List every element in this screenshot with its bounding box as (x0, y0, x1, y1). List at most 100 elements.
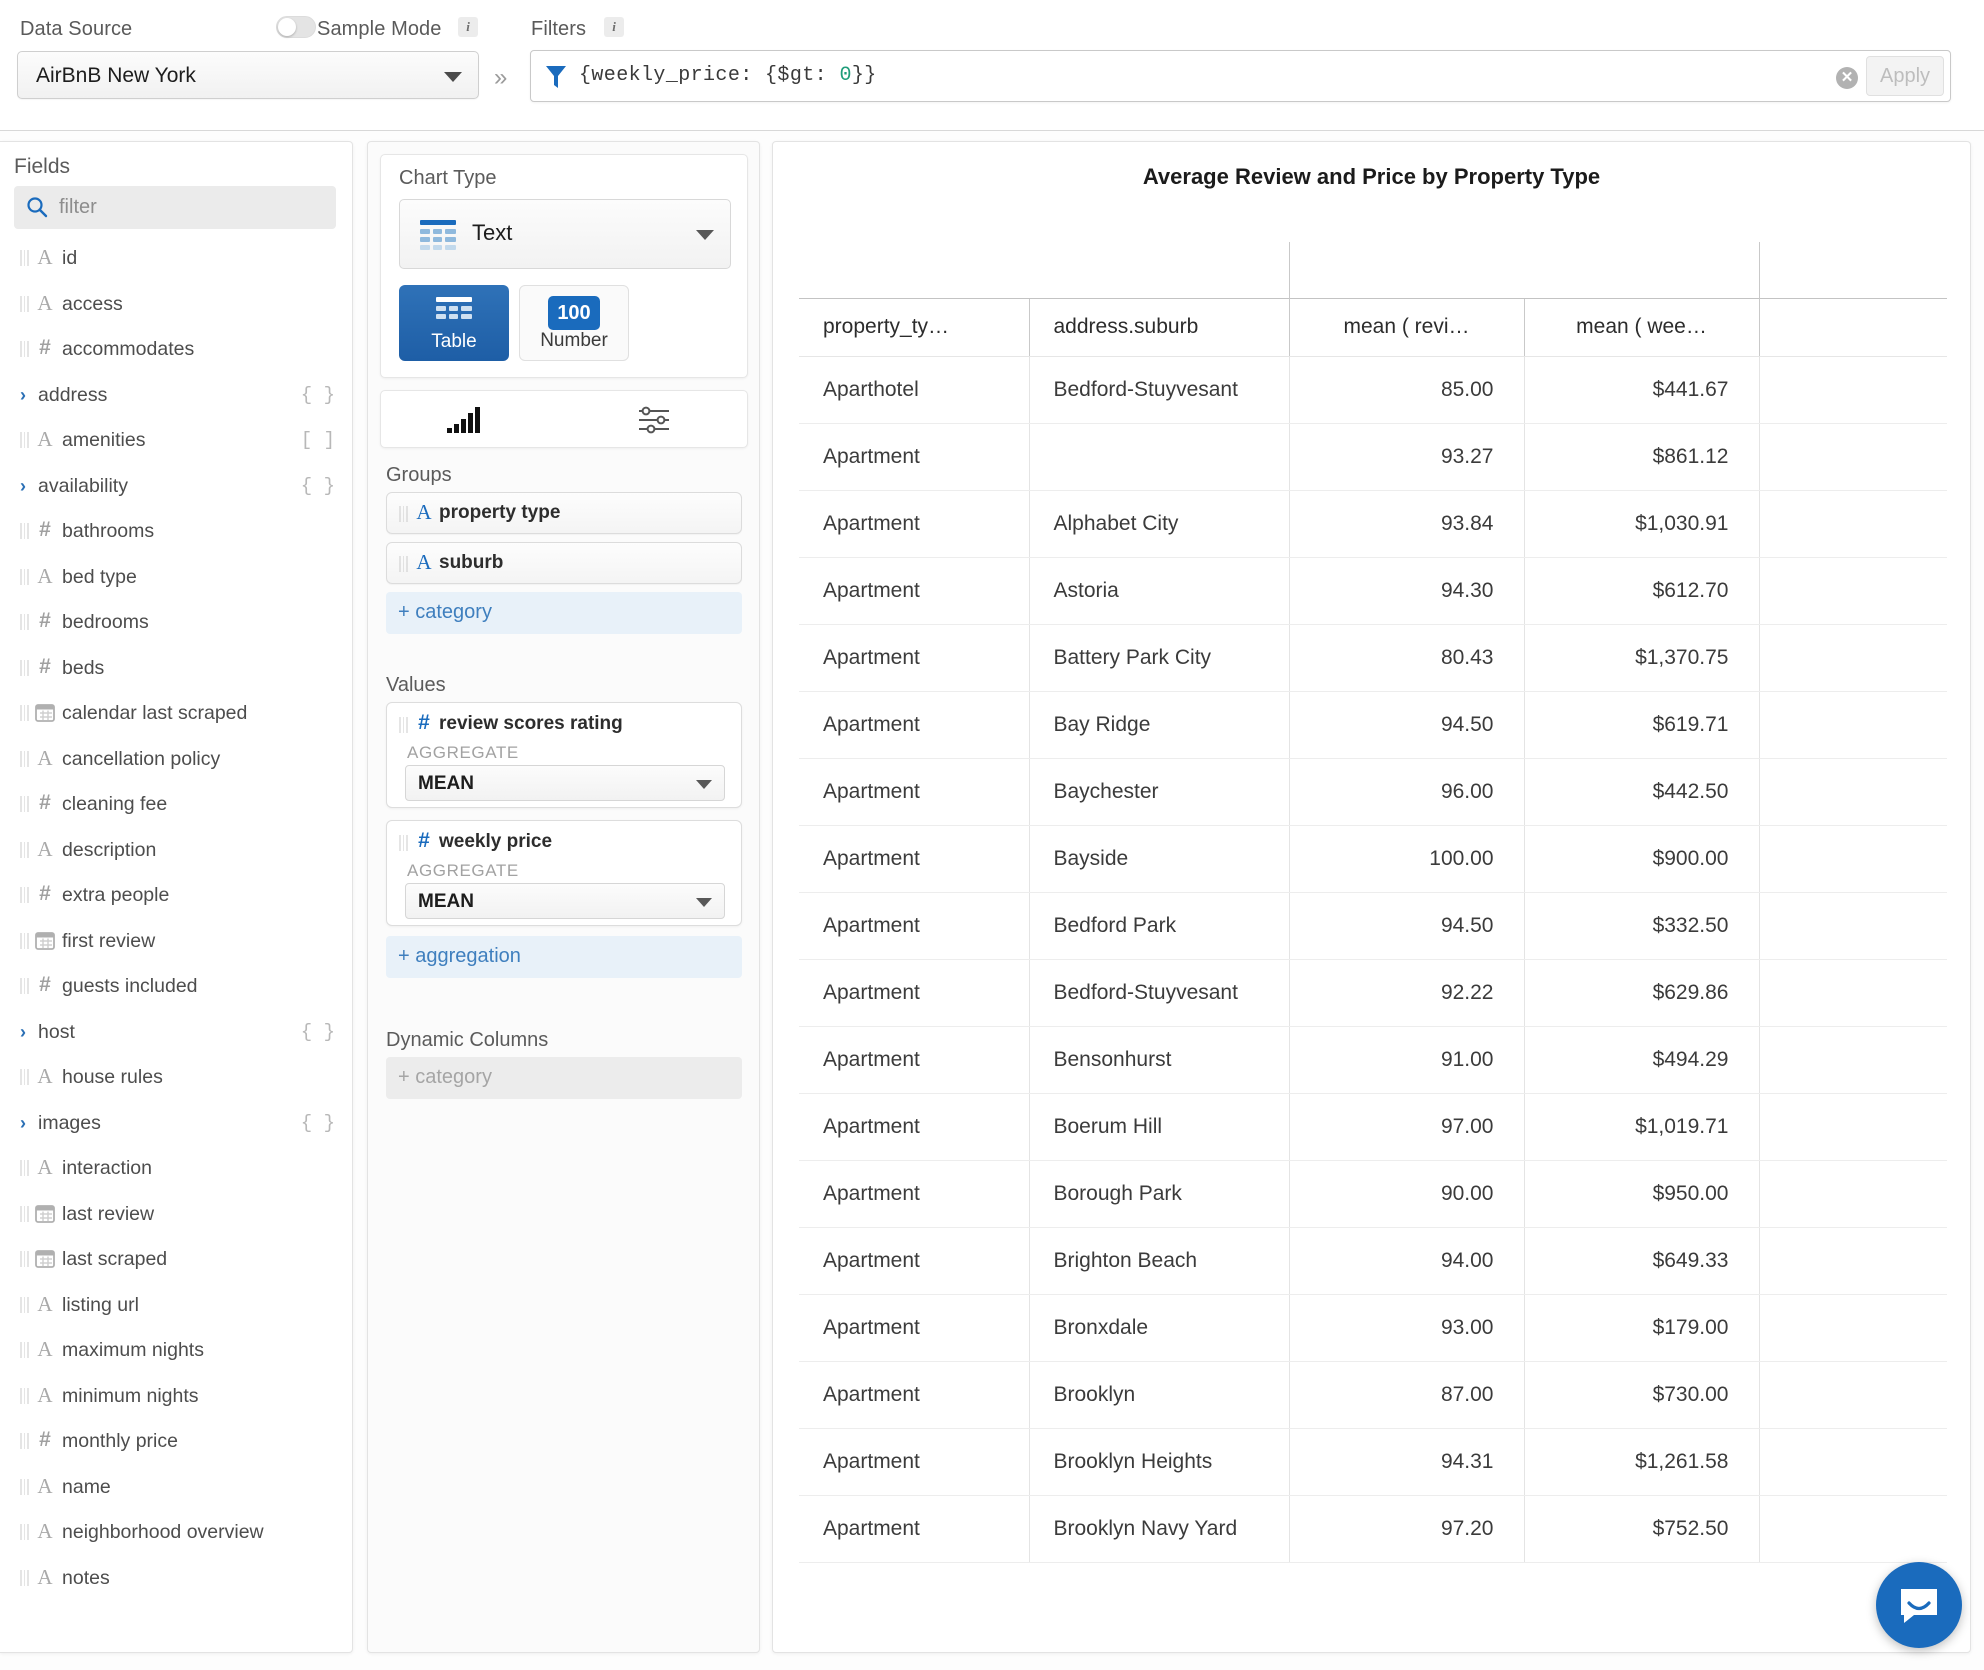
column-header-address-suburb[interactable]: address.suburb (1028, 297, 1289, 357)
drag-handle-icon[interactable] (20, 887, 29, 903)
filter-input-box[interactable]: {weekly_price: {$gt: 0}} ✕ Apply (530, 50, 1951, 102)
drag-handle-icon[interactable] (20, 1160, 29, 1176)
field-row[interactable]: Amaximum nights (0, 1328, 353, 1374)
field-row[interactable]: Aaccess (0, 282, 353, 328)
sample-mode-toggle[interactable] (276, 16, 316, 38)
table-row[interactable]: Apartment Borough Park 90.00 $950.00 (799, 1160, 1947, 1228)
drag-handle-icon[interactable] (20, 841, 29, 858)
drag-handle-icon[interactable] (20, 250, 29, 266)
add-category-group-button[interactable]: + category (386, 592, 742, 634)
drag-handle-icon[interactable] (20, 1251, 29, 1267)
column-header-mean-review[interactable]: mean ( revi… (1288, 297, 1524, 357)
drag-handle-icon[interactable] (399, 506, 408, 522)
table-row[interactable]: Apartment Bensonhurst 91.00 $494.29 (799, 1026, 1947, 1094)
field-row[interactable]: Aid (0, 236, 353, 282)
table-row[interactable]: Apartment Battery Park City 80.43 $1,370.75 (799, 624, 1947, 692)
drag-handle-icon[interactable] (20, 978, 29, 994)
result-table-scroll[interactable]: property_ty… address.suburb mean ( revi…… (799, 242, 1947, 1632)
add-dynamic-column-button[interactable]: + category (386, 1057, 742, 1099)
drag-handle-icon[interactable] (20, 614, 29, 630)
field-row[interactable]: › availability { } (0, 464, 353, 510)
group-chip-suburb[interactable]: A suburb (386, 542, 742, 584)
column-header-mean-weekly-price[interactable]: mean ( wee… (1523, 297, 1759, 357)
drag-handle-icon[interactable] (20, 1387, 29, 1404)
field-row[interactable]: Abed type (0, 555, 353, 601)
drag-handle-icon[interactable] (20, 295, 29, 312)
filters-info-icon[interactable]: i (604, 17, 624, 37)
expand-icon[interactable]: › (20, 385, 26, 406)
field-row[interactable]: # beds (0, 646, 353, 692)
drag-handle-icon[interactable] (399, 835, 408, 851)
drag-handle-icon[interactable] (399, 717, 408, 733)
table-row[interactable]: Apartment Boerum Hill 97.00 $1,019.71 (799, 1093, 1947, 1161)
field-row[interactable]: # accommodates (0, 327, 353, 373)
field-row[interactable]: › images { } (0, 1101, 353, 1147)
clear-filter-icon[interactable]: ✕ (1836, 67, 1858, 89)
field-row[interactable]: Aname (0, 1465, 353, 1511)
chart-type-number-button[interactable]: 100 Number (519, 285, 629, 361)
table-row[interactable]: Apartment 93.27 $861.12 (799, 423, 1947, 491)
drag-handle-icon[interactable] (20, 705, 29, 721)
field-row[interactable]: Ahouse rules (0, 1055, 353, 1101)
expand-icon[interactable]: › (20, 1113, 26, 1134)
drag-handle-icon[interactable] (20, 523, 29, 539)
value-card-review-scores-rating[interactable]: # review scores rating AGGREGATE MEAN (386, 702, 742, 808)
table-row[interactable]: Apartment Brooklyn Navy Yard 97.20 $752.50 (799, 1495, 1947, 1563)
drag-handle-icon[interactable] (20, 568, 29, 585)
drag-handle-icon[interactable] (20, 659, 29, 676)
drag-handle-icon[interactable] (20, 341, 29, 357)
apply-button[interactable]: Apply (1866, 56, 1944, 96)
table-row[interactable]: Apartment Bayside 100.00 $900.00 (799, 825, 1947, 893)
field-list[interactable]: Aid Aaccess # accommodates › address{ } Aameni… (0, 236, 353, 1652)
drag-handle-icon[interactable] (20, 932, 29, 949)
drag-handle-icon[interactable] (20, 1569, 29, 1586)
table-row[interactable]: Apartment Brooklyn Heights 94.31 $1,261.58 (799, 1428, 1947, 1496)
expand-icon[interactable]: › (20, 476, 26, 497)
drag-handle-icon[interactable] (20, 1342, 29, 1358)
field-row[interactable]: first review (0, 919, 353, 965)
drag-handle-icon[interactable] (20, 1433, 29, 1449)
table-row[interactable]: Apartment Brighton Beach 94.00 $649.33 (799, 1227, 1947, 1295)
field-row[interactable]: # cleaning fee (0, 782, 353, 828)
field-row[interactable]: calendar last scraped (0, 691, 353, 737)
drag-handle-icon[interactable] (20, 750, 29, 767)
drag-handle-icon[interactable] (20, 432, 29, 448)
tab-display-options-icon[interactable] (635, 405, 675, 435)
field-row[interactable]: Anotes (0, 1556, 353, 1602)
table-row[interactable]: Apartment Astoria 94.30 $612.70 (799, 557, 1947, 625)
field-row[interactable]: Aamenities [ ] (0, 418, 353, 464)
drag-handle-icon[interactable] (20, 1069, 29, 1085)
tab-chart-config-icon[interactable] (445, 405, 485, 435)
expand-panel-chevron-icon[interactable]: » (494, 64, 507, 92)
field-row[interactable]: Alisting url (0, 1283, 353, 1329)
sample-mode-info-icon[interactable]: i (458, 17, 478, 37)
field-row[interactable]: # monthly price (0, 1419, 353, 1465)
aggregate-select[interactable]: MEAN (405, 765, 725, 801)
group-chip-property-type[interactable]: A property type (386, 492, 742, 534)
table-row[interactable]: Apartment Alphabet City 93.84 $1,030.91 (799, 490, 1947, 558)
drag-handle-icon[interactable] (20, 1524, 29, 1540)
chart-type-table-button[interactable]: Table (399, 285, 509, 361)
table-row[interactable]: Apartment Baychester 96.00 $442.50 (799, 758, 1947, 826)
table-row[interactable]: Apartment Bronxdale 93.00 $179.00 (799, 1294, 1947, 1362)
table-row[interactable]: Aparthotel Bedford-Stuyvesant 85.00 $441.67 (799, 356, 1947, 424)
table-row[interactable]: Apartment Brooklyn 87.00 $730.00 (799, 1361, 1947, 1429)
chart-type-select[interactable]: Text (399, 199, 731, 269)
drag-handle-icon[interactable] (20, 1296, 29, 1313)
table-row[interactable]: Apartment Bedford-Stuyvesant 92.22 $629.86 (799, 959, 1947, 1027)
data-source-select[interactable]: AirBnB New York (17, 51, 479, 99)
field-row[interactable]: last review (0, 1192, 353, 1238)
chat-launcher-button[interactable] (1876, 1562, 1962, 1648)
drag-handle-icon[interactable] (20, 1205, 29, 1222)
field-filter-input[interactable]: filter (14, 186, 336, 229)
drag-handle-icon[interactable] (399, 556, 408, 572)
field-row[interactable]: Acancellation policy (0, 737, 353, 783)
aggregate-select[interactable]: MEAN (405, 883, 725, 919)
field-row[interactable]: › host { } (0, 1010, 353, 1056)
drag-handle-icon[interactable] (20, 1478, 29, 1495)
drag-handle-icon[interactable] (20, 796, 29, 812)
field-row[interactable]: Aneighborhood overview (0, 1510, 353, 1556)
table-row[interactable]: Apartment Bay Ridge 94.50 $619.71 (799, 691, 1947, 759)
field-row[interactable]: # bedrooms (0, 600, 353, 646)
table-row[interactable]: Apartment Bedford Park 94.50 $332.50 (799, 892, 1947, 960)
